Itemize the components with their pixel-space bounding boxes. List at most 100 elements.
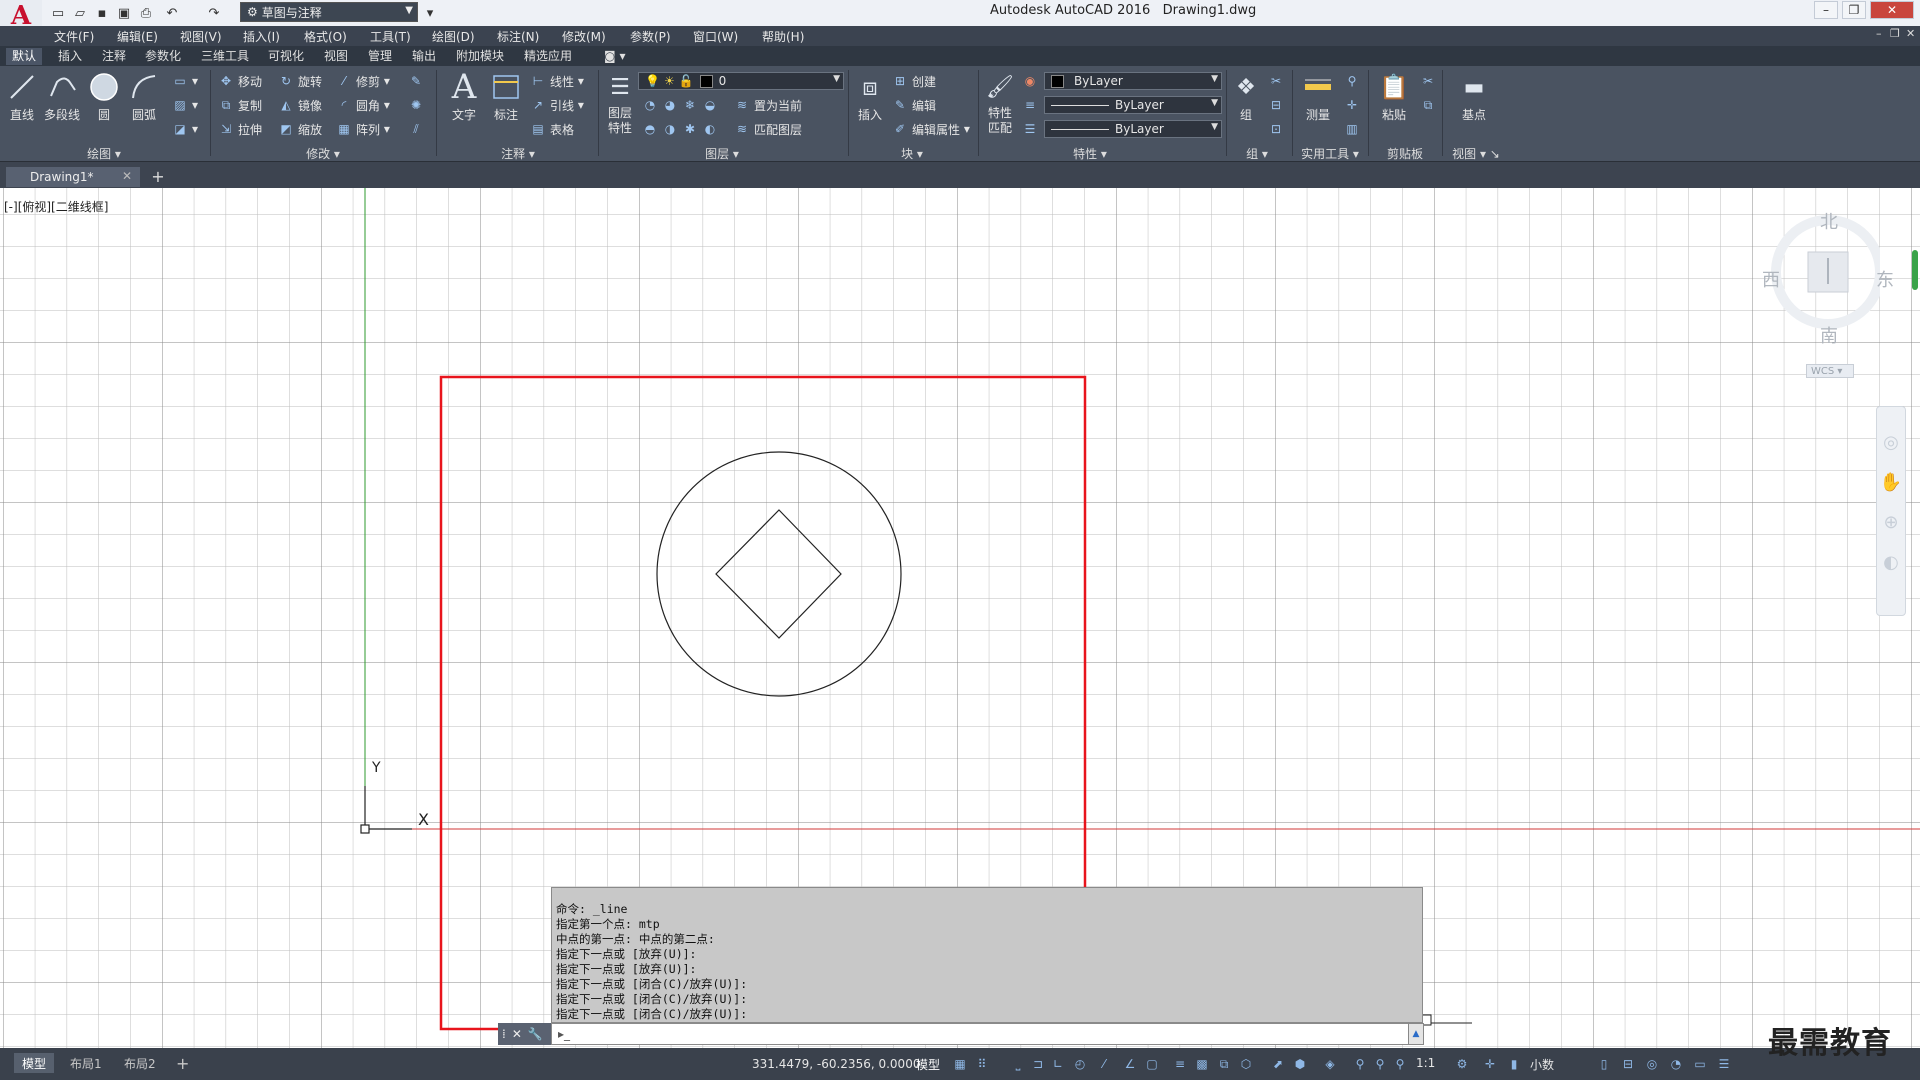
rotate-button[interactable]: ↻ 旋转 xyxy=(278,72,322,90)
layout-tab-layout1[interactable]: 布局1 xyxy=(62,1053,110,1073)
wcs-menu[interactable]: WCS ▾ xyxy=(1806,364,1854,378)
viewport-controls[interactable]: [-][俯视][二维线框] xyxy=(4,198,108,215)
layout-tab-model[interactable]: 模型 xyxy=(14,1053,55,1073)
tab-default[interactable]: 默认 xyxy=(6,48,43,65)
close-tab-icon[interactable]: ✕ xyxy=(122,169,132,183)
tab-insert[interactable]: 插入 xyxy=(52,48,88,65)
doc-minimize-icon[interactable]: – xyxy=(1876,27,1882,40)
customization-icon[interactable]: ☰ xyxy=(1716,1056,1732,1072)
object-snap-icon[interactable]: ▢ xyxy=(1144,1056,1160,1072)
add-layout-icon[interactable]: + xyxy=(168,1053,197,1073)
calculator-icon[interactable]: ▥ xyxy=(1344,120,1364,138)
isodraft-icon[interactable]: ⁄ xyxy=(1096,1056,1112,1072)
isolate-objects-icon[interactable]: ◎ xyxy=(1644,1056,1660,1072)
menu-format[interactable]: 格式(O) xyxy=(304,28,347,45)
cut-icon[interactable]: ✂ xyxy=(1420,72,1440,90)
annotation-visibility-icon[interactable]: ⚲ xyxy=(1352,1056,1368,1072)
restore-icon[interactable]: ❐ xyxy=(1842,1,1866,19)
menu-parametric[interactable]: 参数(P) xyxy=(630,28,671,45)
scale-button[interactable]: ◩ 缩放 xyxy=(278,120,322,138)
match-layer-button[interactable]: ≋ 匹配图层 xyxy=(734,120,802,138)
dimension-tool-button[interactable]: 标注 xyxy=(486,70,526,142)
base-view-button[interactable]: ▬ 基点 xyxy=(1454,70,1494,142)
offset-button[interactable]: ⫽ xyxy=(408,120,428,138)
hardware-acceleration-icon[interactable]: ◔ xyxy=(1668,1056,1684,1072)
leader-button[interactable]: ↗ 引线 ▾ xyxy=(530,96,584,114)
mirror-button[interactable]: ◭ 镜像 xyxy=(278,96,322,114)
lock-ui-icon[interactable]: ⊟ xyxy=(1620,1056,1636,1072)
layer-dropdown[interactable]: 💡 ☀ 🔓 0 ▼ xyxy=(638,72,844,90)
units-icon[interactable]: ▮ xyxy=(1506,1056,1522,1072)
scrollbar-indicator[interactable] xyxy=(1912,250,1918,290)
annotation-panel-title[interactable]: 注释 ▾ xyxy=(438,145,598,161)
selection-filter-icon[interactable]: ⬢ xyxy=(1292,1056,1308,1072)
menu-window[interactable]: 窗口(W) xyxy=(693,28,738,45)
point-icon[interactable]: ✛ xyxy=(1344,96,1364,114)
create-block-button[interactable]: ⊞ 创建 xyxy=(892,72,936,90)
move-button[interactable]: ✥ 移动 xyxy=(218,72,262,90)
ortho-icon[interactable]: ∟ xyxy=(1050,1056,1066,1072)
group-select-icon[interactable]: ⊡ xyxy=(1268,120,1288,138)
gizmo-icon[interactable]: ◈ xyxy=(1322,1056,1338,1072)
annotation-monitor-icon[interactable]: ✛ xyxy=(1482,1056,1498,1072)
tab-featured-apps[interactable]: 精选应用 xyxy=(518,48,578,65)
command-input[interactable]: ▸_ xyxy=(551,1023,1423,1045)
edit-block-button[interactable]: ✎ 编辑 xyxy=(892,96,936,114)
tab-view[interactable]: 视图 xyxy=(318,48,354,65)
trim-button[interactable]: ⁄ 修剪 ▾ xyxy=(336,72,390,90)
command-line-handle[interactable]: ⁞ ✕ 🔧 xyxy=(498,1023,551,1045)
erase-button[interactable]: ✎ xyxy=(408,72,428,90)
color-dropdown[interactable]: ByLayer ▼ xyxy=(1044,72,1222,90)
set-current-layer-button[interactable]: ≋ 置为当前 xyxy=(734,96,802,114)
modify-panel-title[interactable]: 修改 ▾ xyxy=(212,145,434,161)
save-icon[interactable]: ▪ xyxy=(92,3,112,23)
copy-clip-icon[interactable]: ⧉ xyxy=(1420,96,1440,114)
menu-insert[interactable]: 插入(I) xyxy=(243,28,280,45)
circle-tool-button[interactable]: 圆 xyxy=(84,70,124,142)
file-tab-drawing1[interactable]: Drawing1* ✕ xyxy=(6,167,140,187)
annotation-scale-value[interactable]: 1:1 xyxy=(1416,1056,1435,1070)
redo-icon[interactable]: ↷ xyxy=(204,3,224,23)
linetype-dropdown[interactable]: ByLayer ▼ xyxy=(1044,96,1222,114)
utilities-panel-title[interactable]: 实用工具 ▾ xyxy=(1294,145,1366,161)
menu-tools[interactable]: 工具(T) xyxy=(370,28,411,45)
selection-cycling-icon[interactable]: ⧉ xyxy=(1216,1056,1232,1072)
model-space-toggle[interactable]: 模型 xyxy=(916,1056,940,1073)
text-tool-button[interactable]: A 文字 xyxy=(444,67,484,142)
stretch-button[interactable]: ⇲ 拉伸 xyxy=(218,120,262,138)
tab-3d-tools[interactable]: 三维工具 xyxy=(195,48,255,65)
infer-constraints-icon[interactable]: ⎵ xyxy=(1010,1056,1026,1072)
viewcube-west[interactable]: 西 xyxy=(1762,266,1780,292)
ribbon-display-toggle-icon[interactable]: ◙ ▾ xyxy=(598,48,631,65)
auto-scale-icon[interactable]: ⚲ xyxy=(1372,1056,1388,1072)
object-snap-tracking-icon[interactable]: ∠ xyxy=(1122,1056,1138,1072)
doc-close-icon[interactable]: ✕ xyxy=(1906,27,1915,40)
workspace-dropdown[interactable]: ⚙ 草图与注释 ▼ xyxy=(240,2,418,22)
clean-screen-icon[interactable]: ▭ xyxy=(1692,1056,1708,1072)
annotation-scale-icon[interactable]: ⚲ xyxy=(1392,1056,1408,1072)
tab-output[interactable]: 输出 xyxy=(406,48,442,65)
coordinates-readout[interactable]: 331.4479, -60.2356, 0.0000 xyxy=(752,1057,920,1071)
snap-icon[interactable]: ⠿ xyxy=(974,1056,990,1072)
linear-dim-button[interactable]: ⊢ 线性 ▾ xyxy=(530,72,584,90)
hatch-tool-button[interactable]: ▨ ▾ xyxy=(172,96,198,114)
lineweight-toggle-icon[interactable]: ≡ xyxy=(1172,1056,1188,1072)
menu-dimension[interactable]: 标注(N) xyxy=(497,28,539,45)
command-scroll-button[interactable]: ▲ xyxy=(1408,1023,1424,1045)
menu-edit[interactable]: 编辑(E) xyxy=(117,28,158,45)
fillet-button[interactable]: ◜ 圆角 ▾ xyxy=(336,96,390,114)
table-button[interactable]: ▤ 表格 xyxy=(530,120,574,138)
3d-osnap-icon[interactable]: ⬡ xyxy=(1238,1056,1254,1072)
lineweight-dropdown[interactable]: ByLayer ▼ xyxy=(1044,120,1222,138)
group-button[interactable]: ❖ 组 xyxy=(1226,70,1266,142)
undo-icon[interactable]: ↶ xyxy=(162,3,182,23)
layer-tools-row1[interactable]: ◔ ◕ ❄ ◒ xyxy=(642,96,722,114)
doc-restore-icon[interactable]: ❐ xyxy=(1890,27,1900,40)
viewcube-north[interactable]: 北 xyxy=(1820,208,1838,234)
tab-manage[interactable]: 管理 xyxy=(362,48,398,65)
ungroup-icon[interactable]: ✂ xyxy=(1268,72,1288,90)
layer-properties-button[interactable]: ☰ 图层 特性 xyxy=(600,70,640,142)
new-file-icon[interactable]: ▭ xyxy=(48,3,68,23)
tab-annotate[interactable]: 注释 xyxy=(96,48,132,65)
menu-draw[interactable]: 绘图(D) xyxy=(432,28,475,45)
